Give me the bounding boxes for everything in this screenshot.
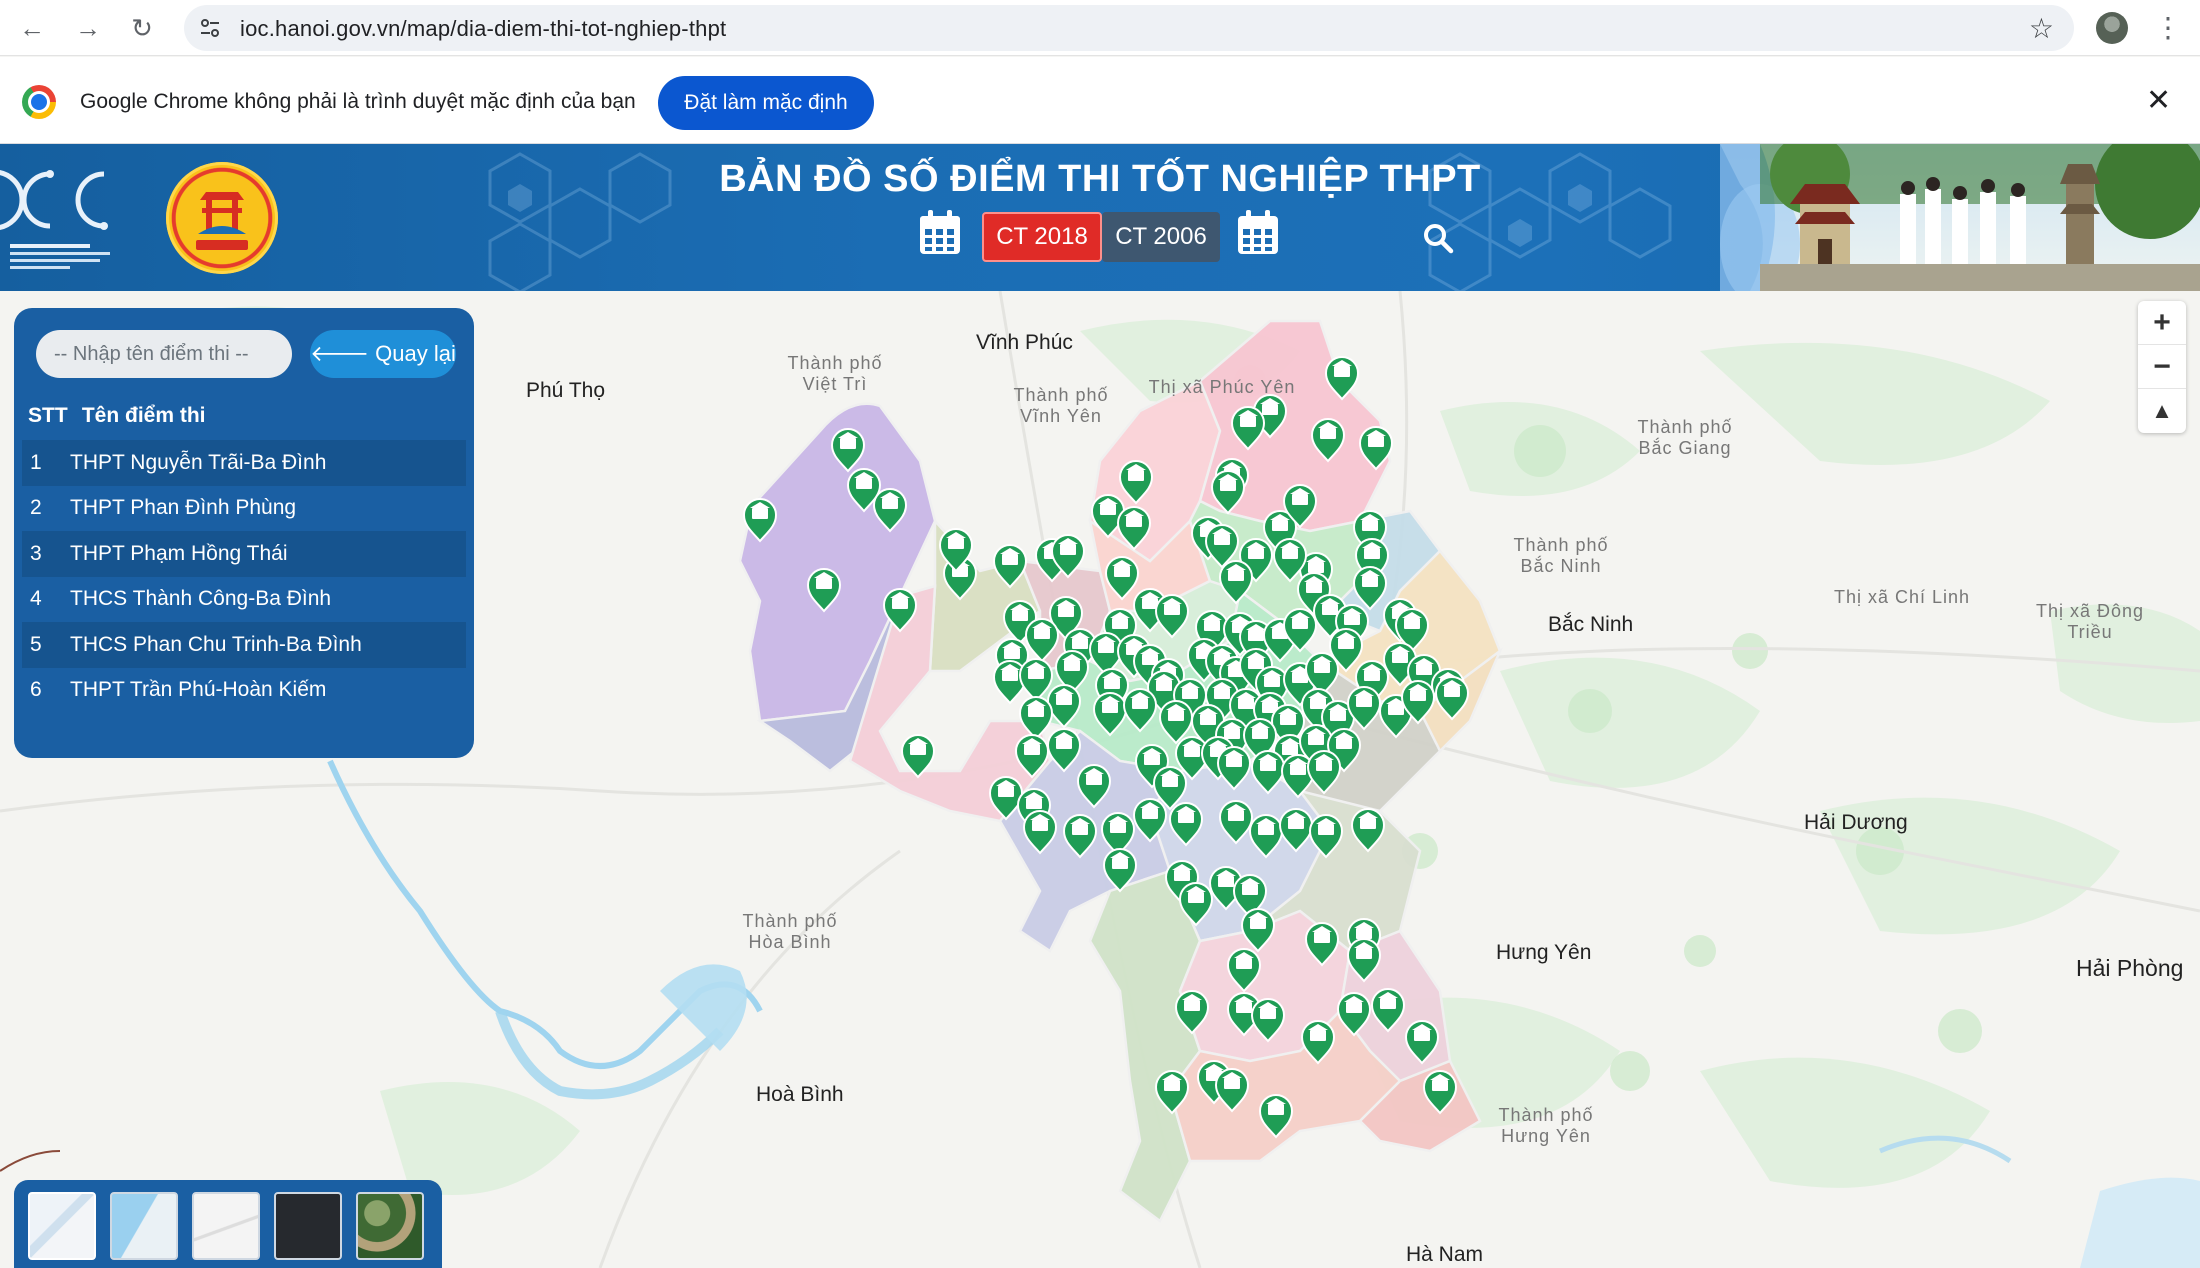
basemap-gray-thumb[interactable] bbox=[192, 1192, 260, 1260]
browser-toolbar: ← → ↻ ioc.hanoi.gov.vn/map/dia-diem-thi-… bbox=[0, 0, 2200, 56]
list-item[interactable]: 6 THPT Trần Phú-Hoàn Kiếm bbox=[22, 668, 466, 714]
map-label-hai-phong: Hải Phòng bbox=[2076, 955, 2184, 981]
list-item[interactable]: 2 THPT Phan Đình Phùng bbox=[22, 486, 466, 532]
map-label-tp-bac-ninh: Thành phố Bắc Ninh bbox=[1513, 535, 1609, 576]
profile-avatar[interactable] bbox=[2096, 12, 2128, 44]
exam-site-search-input[interactable] bbox=[36, 330, 292, 378]
col-stt: STT bbox=[28, 404, 68, 427]
forward-arrow-icon[interactable]: → bbox=[70, 10, 106, 46]
site-settings-icon[interactable] bbox=[198, 16, 222, 40]
list-header: STT Tên điểm thi bbox=[28, 404, 206, 428]
basemap-ocean-thumb[interactable] bbox=[110, 1192, 178, 1260]
temple-of-literature-photo bbox=[1720, 144, 2200, 291]
basemap-satellite-thumb[interactable] bbox=[356, 1192, 424, 1260]
map-label-vinh-phuc: Vĩnh Phúc bbox=[976, 331, 1073, 354]
map-label-bac-giang: Thành phố Bắc Giang bbox=[1637, 417, 1733, 458]
list-item[interactable]: 3 THPT Phạm Hồng Thái bbox=[22, 531, 466, 577]
map-label-bac-ninh: Bắc Ninh bbox=[1548, 613, 1634, 636]
exam-site-list: 1 THPT Nguyễn Trãi-Ba Đình 2 THPT Phan Đìn… bbox=[22, 440, 466, 713]
zoom-control: + − ▲ bbox=[2138, 301, 2186, 433]
map-label-hung-yen: Hưng Yên bbox=[1496, 941, 1592, 964]
map-label-phuc-yen: Thị xã Phúc Yên bbox=[1148, 377, 1296, 397]
back-button-label: Quay lại bbox=[375, 341, 456, 366]
url-text: ioc.hanoi.gov.vn/map/dia-diem-thi-tot-ng… bbox=[240, 16, 727, 41]
map-label-viet-tri: Thành phố Việt Trì bbox=[787, 353, 883, 394]
basemap-light-thumb[interactable] bbox=[28, 1192, 96, 1260]
arrow-left-icon: 🡐 bbox=[310, 341, 370, 366]
bookmark-star-icon[interactable]: ☆ bbox=[2029, 12, 2054, 45]
tab-ct2006[interactable]: CT 2006 bbox=[1102, 212, 1220, 262]
set-default-button[interactable]: Đặt làm mặc định bbox=[658, 76, 874, 130]
exam-site-panel: 🡐 Quay lại STT Tên điểm thi 1THPT Nguyễn… bbox=[14, 308, 474, 758]
map-label-tp-hung-yen: Thành phố Hưng Yên bbox=[1498, 1105, 1594, 1146]
address-bar[interactable]: ioc.hanoi.gov.vn/map/dia-diem-thi-tot-ng… bbox=[184, 5, 2074, 51]
infobar-message: Google Chrome không phải là trình duyệt … bbox=[80, 90, 636, 113]
app-header: BẢN ĐỒ SỐ ĐIỂM THI TỐT NGHIỆP THPT CT 20… bbox=[0, 144, 2200, 291]
zoom-out-minus-icon[interactable]: − bbox=[2138, 345, 2186, 389]
map-label-phu-tho: Phú Thọ bbox=[526, 379, 606, 402]
col-name: Tên điểm thi bbox=[81, 404, 206, 427]
map-label-hoa-binh: Hoà Bình bbox=[756, 1083, 844, 1106]
zoom-in-plus-icon[interactable]: + bbox=[2138, 301, 2186, 345]
calendar-icon[interactable] bbox=[1236, 210, 1280, 256]
more-menu-icon[interactable]: ⋮ bbox=[2154, 8, 2182, 48]
back-button[interactable]: 🡐 Quay lại bbox=[310, 330, 456, 378]
list-item[interactable]: 4 THCS Thành Công-Ba Đình bbox=[22, 577, 466, 623]
map-label-vinh-yen: Thành phố Vĩnh Yên bbox=[1013, 385, 1109, 426]
basemap-dark-thumb[interactable] bbox=[274, 1192, 342, 1260]
list-item[interactable]: 5 THCS Phan Chu Trinh-Ba Đình bbox=[22, 622, 466, 668]
north-arrow-icon[interactable]: ▲ bbox=[2138, 389, 2186, 433]
calendar-icon[interactable] bbox=[918, 210, 962, 256]
list-item[interactable]: 1 THPT Nguyễn Trãi-Ba Đình bbox=[22, 440, 466, 486]
map-label-chi-linh: Thị xã Chí Linh bbox=[1833, 587, 1971, 607]
map-label-dong-trieu: Thị xã Đông Triều bbox=[2035, 601, 2145, 642]
back-arrow-icon[interactable]: ← bbox=[14, 10, 50, 46]
search-icon[interactable] bbox=[1422, 222, 1454, 254]
tab-ct2018[interactable]: CT 2018 bbox=[982, 212, 1102, 262]
basemap-switcher bbox=[14, 1180, 442, 1268]
reload-icon[interactable]: ↻ bbox=[124, 10, 160, 46]
close-icon[interactable]: ✕ bbox=[2146, 83, 2171, 118]
map-label-tp-hoa-binh: Thành phố Hòa Bình bbox=[742, 911, 838, 952]
map-label-hai-duong: Hải Dương bbox=[1804, 811, 1908, 834]
map-label-ha-nam: Hà Nam bbox=[1406, 1243, 1484, 1266]
default-browser-infobar: Google Chrome không phải là trình duyệt … bbox=[0, 57, 2200, 144]
chrome-logo-icon bbox=[22, 85, 56, 119]
